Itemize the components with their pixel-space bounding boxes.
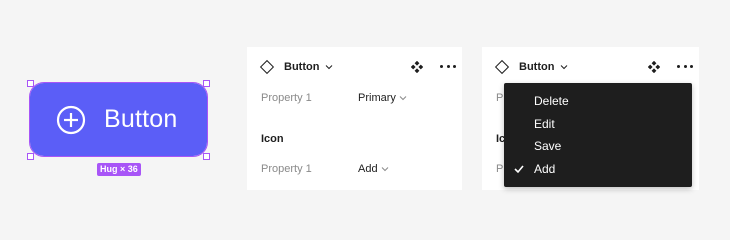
size-badge: Hug × 36 [97, 163, 141, 176]
diamond-icon [259, 59, 275, 75]
chevron-down-icon[interactable] [399, 94, 407, 102]
panel-header: Button [247, 47, 462, 87]
check-icon [514, 165, 524, 174]
more-dots-icon[interactable] [440, 65, 456, 69]
property-label-partial: P [496, 92, 504, 104]
icon-property-value[interactable]: Add [358, 163, 378, 175]
component-name[interactable]: Button [519, 61, 554, 73]
component-properties-panel: Button Property 1 Primary Icon Property … [247, 47, 462, 190]
property1-value[interactable]: Primary [358, 92, 396, 104]
section-title-icon: Icon [261, 133, 284, 145]
component-name[interactable]: Button [284, 61, 319, 73]
plus-circle-icon [55, 104, 87, 136]
menu-item-label: Delete [534, 94, 569, 108]
resize-handle-top-right[interactable] [203, 80, 210, 87]
resize-handle-bottom-left[interactable] [27, 153, 34, 160]
property1-label: Property 1 [261, 92, 312, 104]
canvas-button-label: Button [104, 105, 178, 133]
four-diamonds-icon[interactable] [648, 61, 660, 73]
menu-item-label: Edit [534, 117, 555, 131]
diamond-icon [494, 59, 510, 75]
menu-item-add[interactable]: Add [504, 158, 692, 180]
menu-item-label: Add [534, 162, 556, 176]
chevron-down-icon[interactable] [560, 63, 568, 71]
menu-item-save[interactable]: Save [504, 135, 692, 157]
four-diamonds-icon[interactable] [411, 61, 423, 73]
canvas-button[interactable]: Button [29, 82, 208, 157]
chevron-down-icon[interactable] [325, 63, 333, 71]
resize-handle-top-left[interactable] [27, 80, 34, 87]
menu-item-label: Save [534, 139, 562, 153]
menu-item-delete[interactable]: Delete [504, 90, 692, 112]
resize-handle-bottom-right[interactable] [203, 153, 210, 160]
panel-header: Button [482, 47, 699, 87]
menu-item-edit[interactable]: Edit [504, 113, 692, 135]
property-label-partial: P [496, 163, 504, 175]
more-dots-icon[interactable] [677, 65, 693, 69]
chevron-down-icon[interactable] [381, 165, 389, 173]
icon-property-label: Property 1 [261, 163, 312, 175]
dropdown-menu: Delete Edit Save Add [504, 83, 692, 187]
